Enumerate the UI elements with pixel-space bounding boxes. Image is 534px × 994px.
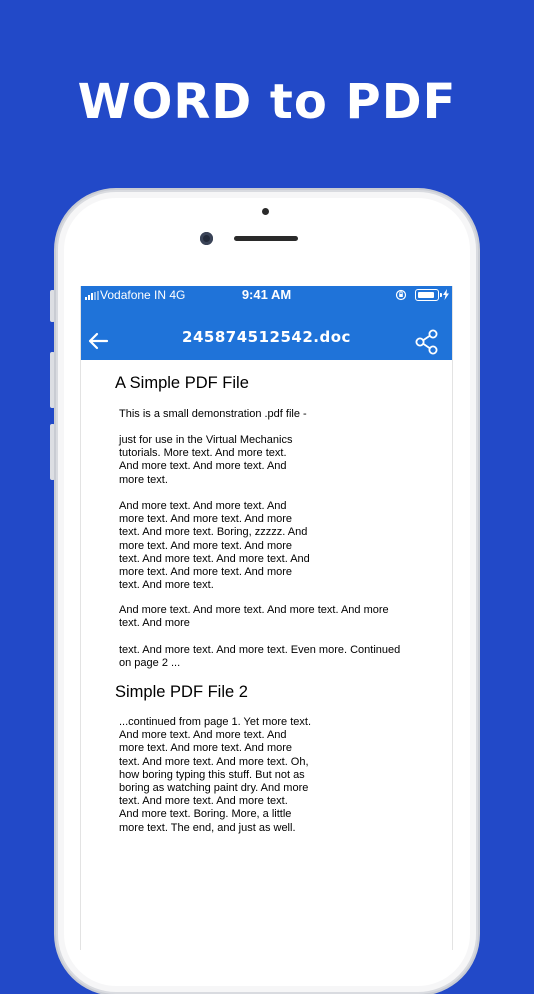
volume-up-button	[50, 352, 55, 408]
status-bar: Vodafone IN 4G 9:41 AM	[81, 286, 452, 304]
document-paragraph: This is a small demonstration .pdf file …	[119, 408, 307, 420]
document-paragraph: just for use in the Virtual Mechanics tu…	[119, 434, 293, 486]
document-title: 245874512542.doc	[182, 328, 351, 346]
share-icon[interactable]	[414, 329, 440, 355]
document-paragraph: text. And more text. And more text. Even…	[119, 644, 401, 670]
document-heading-2: Simple PDF File 2	[115, 683, 248, 701]
proximity-sensor	[262, 208, 269, 215]
volume-down-button	[50, 424, 55, 480]
rotation-lock-icon	[395, 289, 407, 301]
front-camera	[200, 232, 213, 245]
banner-title: WORD to PDF	[77, 74, 457, 130]
phone-screen: Vodafone IN 4G 9:41 AM 245874512542.doc …	[80, 286, 453, 950]
document-heading-1: A Simple PDF File	[115, 374, 249, 392]
battery-icon	[415, 289, 442, 301]
earpiece-speaker	[234, 236, 298, 241]
charging-icon	[443, 289, 449, 300]
app-bar: Vodafone IN 4G 9:41 AM 245874512542.doc	[81, 286, 452, 360]
document-paragraph: And more text. And more text. And more t…	[119, 604, 389, 630]
document-paragraph: ...continued from page 1. Yet more text.…	[119, 716, 312, 834]
document-paragraph: And more text. And more text. And more t…	[119, 500, 310, 592]
mute-switch	[50, 290, 55, 322]
